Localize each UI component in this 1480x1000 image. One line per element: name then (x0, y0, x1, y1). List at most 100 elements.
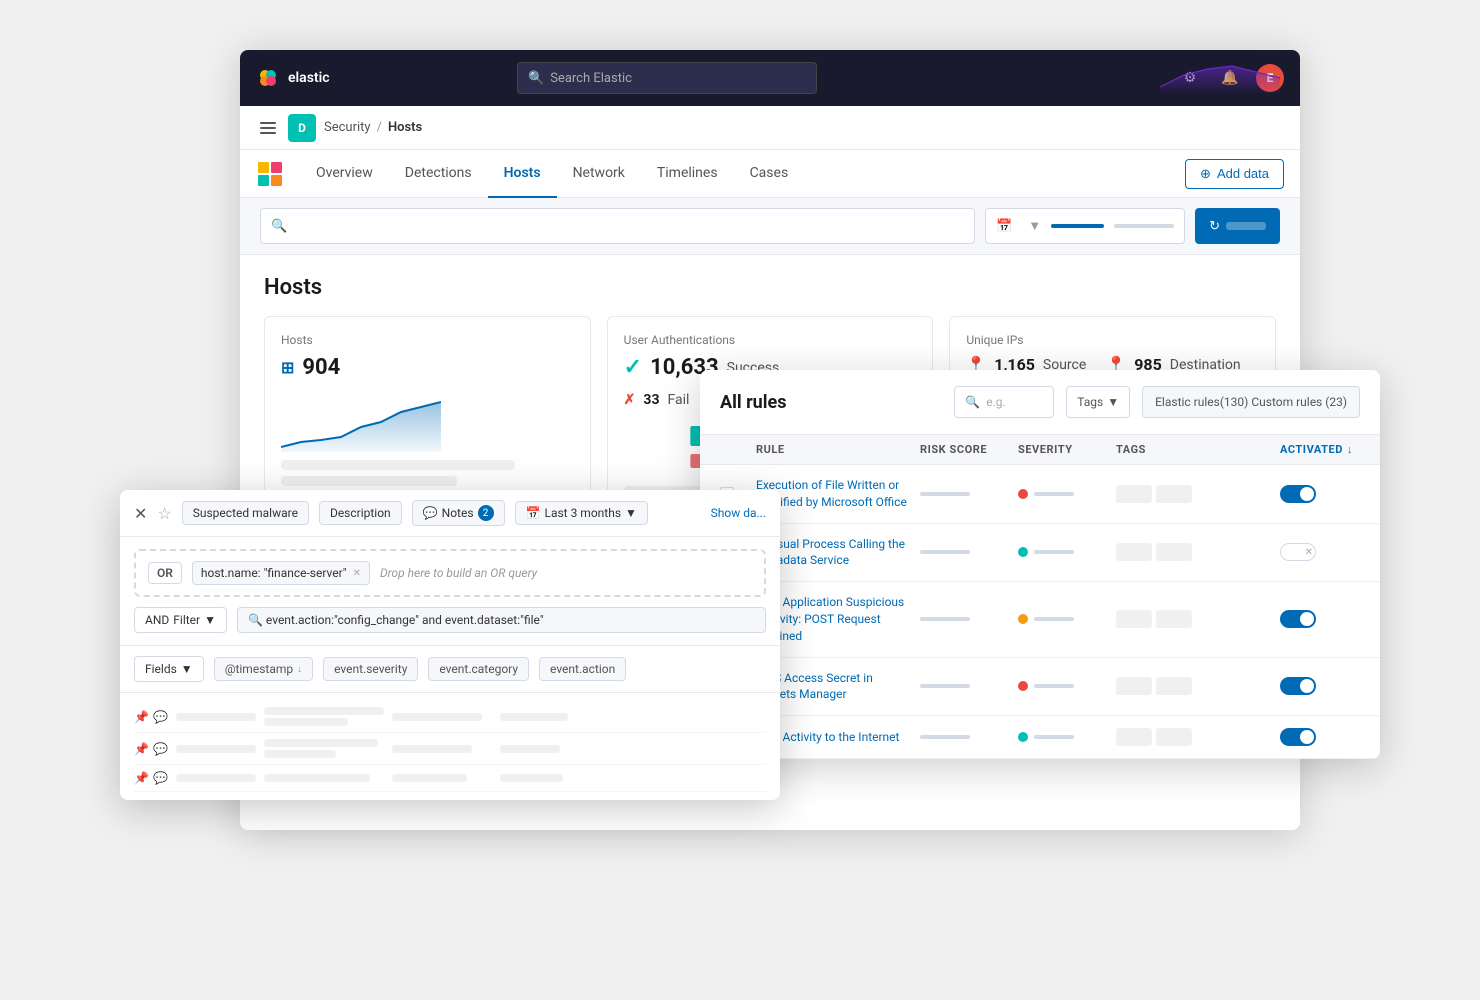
description-badge[interactable]: Description (319, 501, 402, 525)
col-rule: Rule (756, 443, 912, 456)
search-icon: 🔍 (965, 395, 980, 409)
rules-search[interactable]: 🔍 e.g. (954, 386, 1054, 418)
toggle-5[interactable] (1280, 728, 1360, 746)
breadcrumb-separator: / (377, 120, 382, 135)
app-name: elastic (288, 70, 330, 86)
rule-row: Web Application Suspicious Acitivity: PO… (700, 582, 1380, 657)
and-filter-button[interactable]: AND Filter ▼ (134, 607, 227, 633)
comment-icon[interactable]: 💬 (153, 710, 168, 724)
col-activated[interactable]: Activated ↓ (1280, 443, 1360, 456)
severity-1 (1018, 489, 1108, 499)
search-placeholder: Search Elastic (550, 71, 632, 86)
pin-icon[interactable]: 📌 (134, 742, 149, 756)
table-row: 📌 💬 (134, 733, 766, 765)
severity-2 (1018, 547, 1108, 557)
tags-1 (1116, 485, 1272, 503)
fail-icon: ✗ (624, 392, 636, 408)
category-col: event.category (428, 657, 529, 681)
date-range: Last 3 months (544, 506, 621, 520)
filter-search[interactable]: 🔍 (260, 208, 975, 244)
calendar-icon: 📅 (526, 506, 541, 520)
tab-network[interactable]: Network (557, 150, 641, 198)
rule-row: AWS Access Secret in Secrets Manager (700, 658, 1380, 717)
host-filter: host.name: "finance-server" ✕ (192, 561, 370, 585)
sort-arrow-icon[interactable]: ↓ (297, 664, 302, 675)
fields-button[interactable]: Fields ▼ (134, 656, 204, 682)
breadcrumb: Security / Hosts (324, 120, 422, 135)
cell-timestamp (176, 713, 256, 721)
query-builder: OR host.name: "finance-server" ✕ Drop he… (120, 537, 780, 646)
tags-5 (1116, 728, 1272, 746)
close-button[interactable]: ✕ (134, 504, 147, 523)
tags-button[interactable]: Tags ▼ (1066, 386, 1130, 418)
search-icon: 🔍 (528, 71, 544, 86)
col-tags: Tags (1116, 443, 1272, 456)
notes-badge[interactable]: 💬 Notes 2 (412, 500, 505, 526)
rules-table-body: Execution of File Written or Modified by… (700, 465, 1380, 759)
chevron-down-icon: ▼ (204, 613, 216, 627)
filter-bar: 🔍 📅 ▼ ↻ (240, 198, 1300, 255)
toggle-off-x-icon: ✕ (1305, 547, 1313, 558)
comment-icon[interactable]: 💬 (153, 742, 168, 756)
toggle-3[interactable] (1280, 610, 1360, 628)
top-bar: elastic 🔍 Search Elastic ⚙ 🔔 E (240, 50, 1300, 106)
date-badge[interactable]: 📅 Last 3 months ▼ (515, 501, 648, 525)
toggle-4[interactable] (1280, 677, 1360, 695)
tab-hosts[interactable]: Hosts (488, 150, 557, 198)
tab-cases[interactable]: Cases (734, 150, 805, 198)
pin-icon[interactable]: 📌 (134, 710, 149, 724)
grid-icon: ⊞ (281, 358, 294, 377)
tab-detections[interactable]: Detections (389, 150, 488, 198)
search-bar[interactable]: 🔍 Search Elastic (517, 62, 817, 94)
fields-row: Fields ▼ @timestamp ↓ event.severity eve… (120, 646, 780, 693)
logo-area: elastic (256, 66, 330, 90)
query-panel: ✕ ☆ Suspected malware Description 💬 Note… (120, 490, 780, 800)
rule-row: DNS Activity to the Internet (700, 716, 1380, 759)
chevron-down-icon: ▼ (1028, 218, 1041, 234)
refresh-button[interactable]: ↻ (1195, 208, 1280, 244)
breadcrumb-bar: D Security / Hosts (240, 106, 1300, 150)
toggle-1[interactable] (1280, 485, 1360, 503)
severity-3 (1018, 614, 1108, 624)
severity-col: event.severity (323, 657, 418, 681)
app-icon: D (288, 114, 316, 142)
malware-badge: Suspected malware (182, 501, 309, 525)
or-block: OR host.name: "finance-server" ✕ Drop he… (134, 549, 766, 597)
auth-stat-label: User Authentications (624, 333, 917, 347)
rules-header: All rules 🔍 e.g. Tags ▼ Elastic rules(13… (700, 370, 1380, 435)
sort-down-icon: ↓ (1347, 443, 1353, 456)
date-picker[interactable]: 📅 ▼ (985, 208, 1185, 244)
toggle-2[interactable]: ✕ (1280, 543, 1360, 561)
tab-timelines[interactable]: Timelines (641, 150, 734, 198)
table-row: 📌 💬 (134, 701, 766, 733)
breadcrumb-security[interactable]: Security (324, 120, 371, 135)
notes-label: Notes (442, 506, 474, 520)
star-button[interactable]: ☆ (157, 504, 171, 523)
col-risk-score: Risk score (920, 443, 1010, 456)
row-actions-1: 📌 💬 (134, 710, 168, 724)
ips-stat-label: Unique IPs (966, 333, 1259, 347)
query-input[interactable]: 🔍 event.action:"config_change" and event… (237, 607, 766, 633)
severity-5 (1018, 732, 1108, 742)
chevron-down-icon: ▼ (181, 662, 193, 676)
comment-icon[interactable]: 💬 (153, 771, 168, 785)
tags-2 (1116, 543, 1272, 561)
chevron-down-icon: ▼ (625, 506, 637, 520)
query-value: event.action:"config_change" and event.d… (266, 613, 544, 627)
or-badge: OR (148, 562, 182, 584)
host-filter-value: host.name: "finance-server" (201, 566, 347, 580)
drop-hint: Drop here to build an OR query (380, 566, 537, 580)
risk-score-4 (920, 684, 1010, 688)
timestamp-col: @timestamp ↓ (214, 657, 313, 681)
col-severity: Severity (1018, 443, 1108, 456)
pin-icon[interactable]: 📌 (134, 771, 149, 785)
tab-overview[interactable]: Overview (300, 150, 389, 198)
hamburger-menu[interactable] (256, 118, 280, 138)
refresh-icon: ↻ (1209, 218, 1220, 234)
elastic-rules-badge: Elastic rules(130) Custom rules (23) (1142, 386, 1360, 418)
host-filter-remove[interactable]: ✕ (353, 568, 361, 579)
chevron-down-icon: ▼ (1107, 395, 1119, 409)
risk-score-5 (920, 735, 1010, 739)
show-dates-link[interactable]: Show da... (711, 506, 766, 520)
add-data-button[interactable]: ⊕ Add data (1185, 159, 1284, 189)
